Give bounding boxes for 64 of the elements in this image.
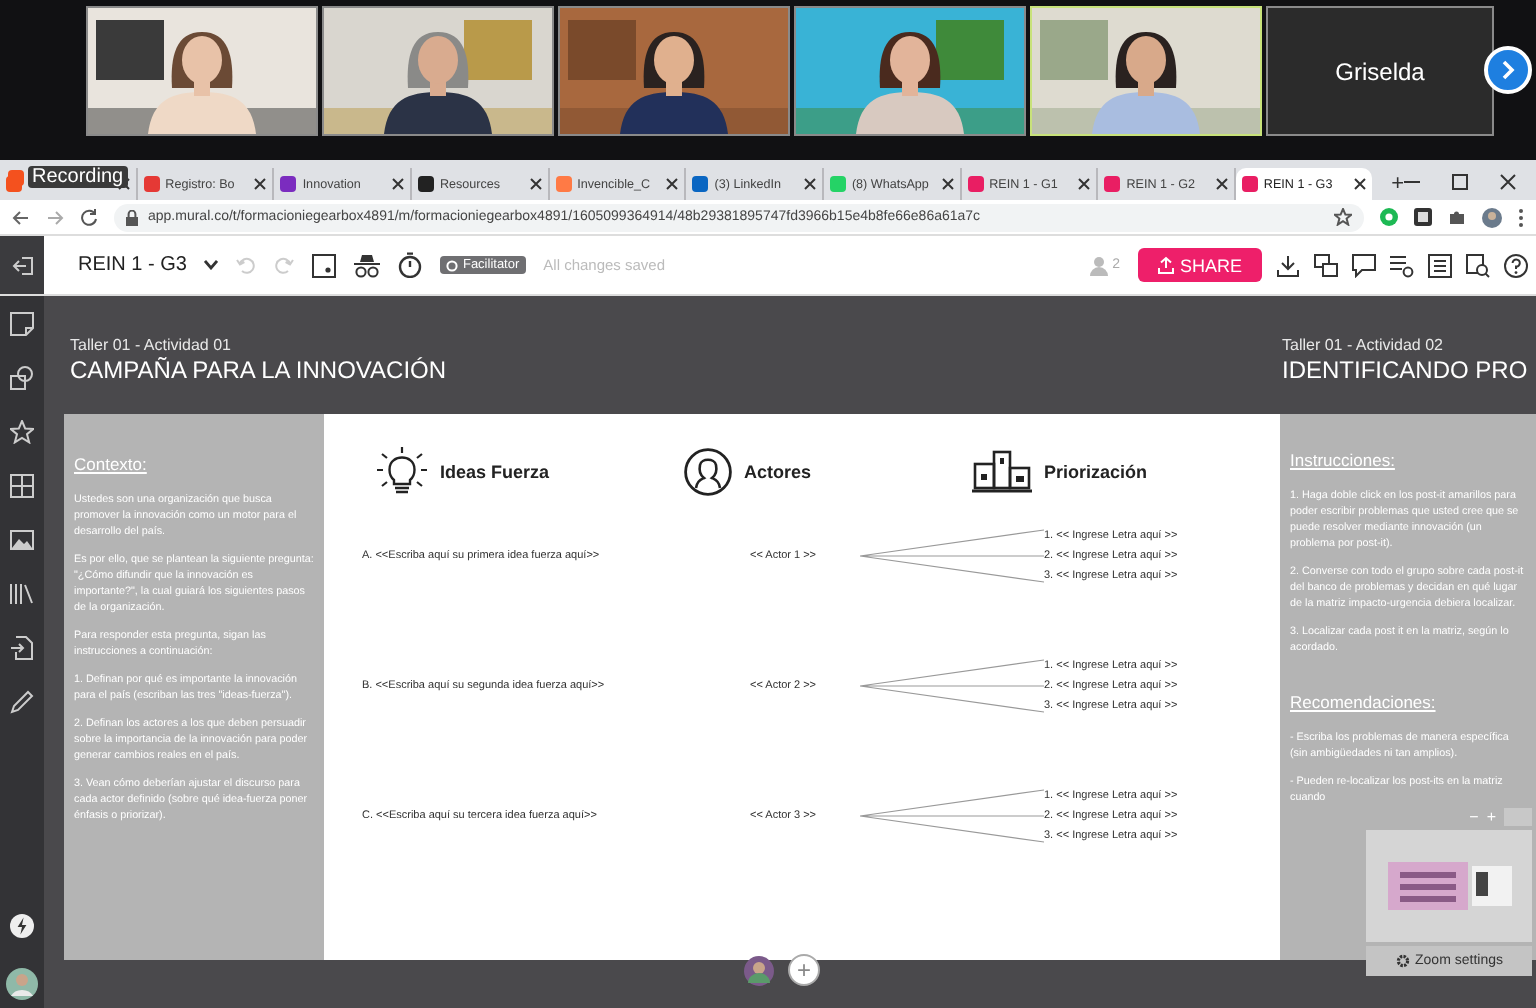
column-title: Ideas Fuerza [440, 462, 550, 482]
upload-icon [1157, 256, 1174, 274]
image-icon[interactable] [10, 528, 34, 552]
gear-icon [1395, 954, 1410, 968]
list-icon[interactable] [1390, 253, 1414, 277]
circle-icon [446, 259, 459, 271]
record-icon [8, 169, 24, 185]
library-icon[interactable] [10, 582, 34, 606]
participant-name: Griselda [1335, 57, 1425, 85]
menu-icon[interactable] [1518, 207, 1524, 227]
activity-title: IDENTIFICANDO PRO [1282, 356, 1530, 384]
add-button[interactable]: + [788, 954, 820, 986]
help-icon[interactable] [1504, 253, 1528, 277]
close-icon[interactable] [1353, 178, 1366, 190]
activity-label: Taller 01 - Actividad 01 [70, 336, 233, 354]
close-icon[interactable] [1500, 174, 1516, 190]
activity-title: CAMPAÑA PARA LA INNOVACIÓN [70, 356, 449, 384]
new-tab-button[interactable]: + [1391, 172, 1404, 196]
spy-icon[interactable] [354, 253, 381, 277]
import-icon[interactable] [10, 636, 34, 660]
close-icon[interactable] [254, 178, 267, 190]
close-icon[interactable] [666, 178, 679, 190]
sticky-note-icon[interactable] [10, 312, 34, 336]
comment-icon[interactable] [1352, 253, 1376, 277]
close-icon[interactable] [941, 178, 954, 190]
reload-icon[interactable] [80, 208, 98, 226]
person-icon [1090, 255, 1109, 275]
download-icon[interactable] [1276, 253, 1300, 277]
close-icon[interactable] [803, 178, 816, 190]
close-icon[interactable] [391, 178, 404, 190]
board-title[interactable]: REIN 1 - G3 [78, 254, 187, 276]
maximize-icon[interactable] [1452, 174, 1468, 190]
column-title: Priorización [1044, 462, 1148, 482]
close-icon[interactable] [1215, 178, 1228, 190]
timer-icon[interactable] [398, 252, 423, 278]
recording-label: Recording [28, 166, 128, 188]
podium-icon [972, 450, 1032, 494]
copy-icon[interactable] [1314, 253, 1338, 277]
exit-icon[interactable] [11, 255, 33, 275]
avatar-icon[interactable] [6, 968, 38, 1000]
person-icon [684, 448, 732, 496]
chevron-icon [1500, 60, 1516, 80]
share-button[interactable]: SHARE [1138, 248, 1262, 282]
lightbulb-icon [376, 446, 428, 498]
avatar-icon[interactable] [744, 955, 774, 985]
back-icon[interactable] [12, 209, 30, 225]
pen-icon[interactable] [10, 690, 34, 714]
search-icon[interactable] [1466, 253, 1490, 277]
shapes-icon[interactable] [10, 366, 34, 390]
star-icon[interactable] [1334, 208, 1352, 226]
panel-heading: Instrucciones: [1290, 450, 1397, 470]
close-icon[interactable] [529, 178, 542, 190]
activity-label: Taller 01 - Actividad 02 [1282, 336, 1445, 354]
panel-heading: Contexto: [74, 454, 149, 474]
lock-icon [126, 209, 138, 225]
caret-icon[interactable] [204, 260, 219, 270]
panel-heading: Recomendaciones: [1290, 692, 1438, 712]
close-icon[interactable] [1078, 178, 1091, 190]
bolt-icon[interactable] [10, 914, 34, 938]
outline-icon[interactable] [1428, 253, 1452, 277]
column-title: Actores [744, 462, 812, 482]
board-thumbnail-drawing [1387, 862, 1511, 910]
next-button[interactable] [1484, 46, 1532, 94]
grid-icon[interactable] [10, 474, 34, 498]
